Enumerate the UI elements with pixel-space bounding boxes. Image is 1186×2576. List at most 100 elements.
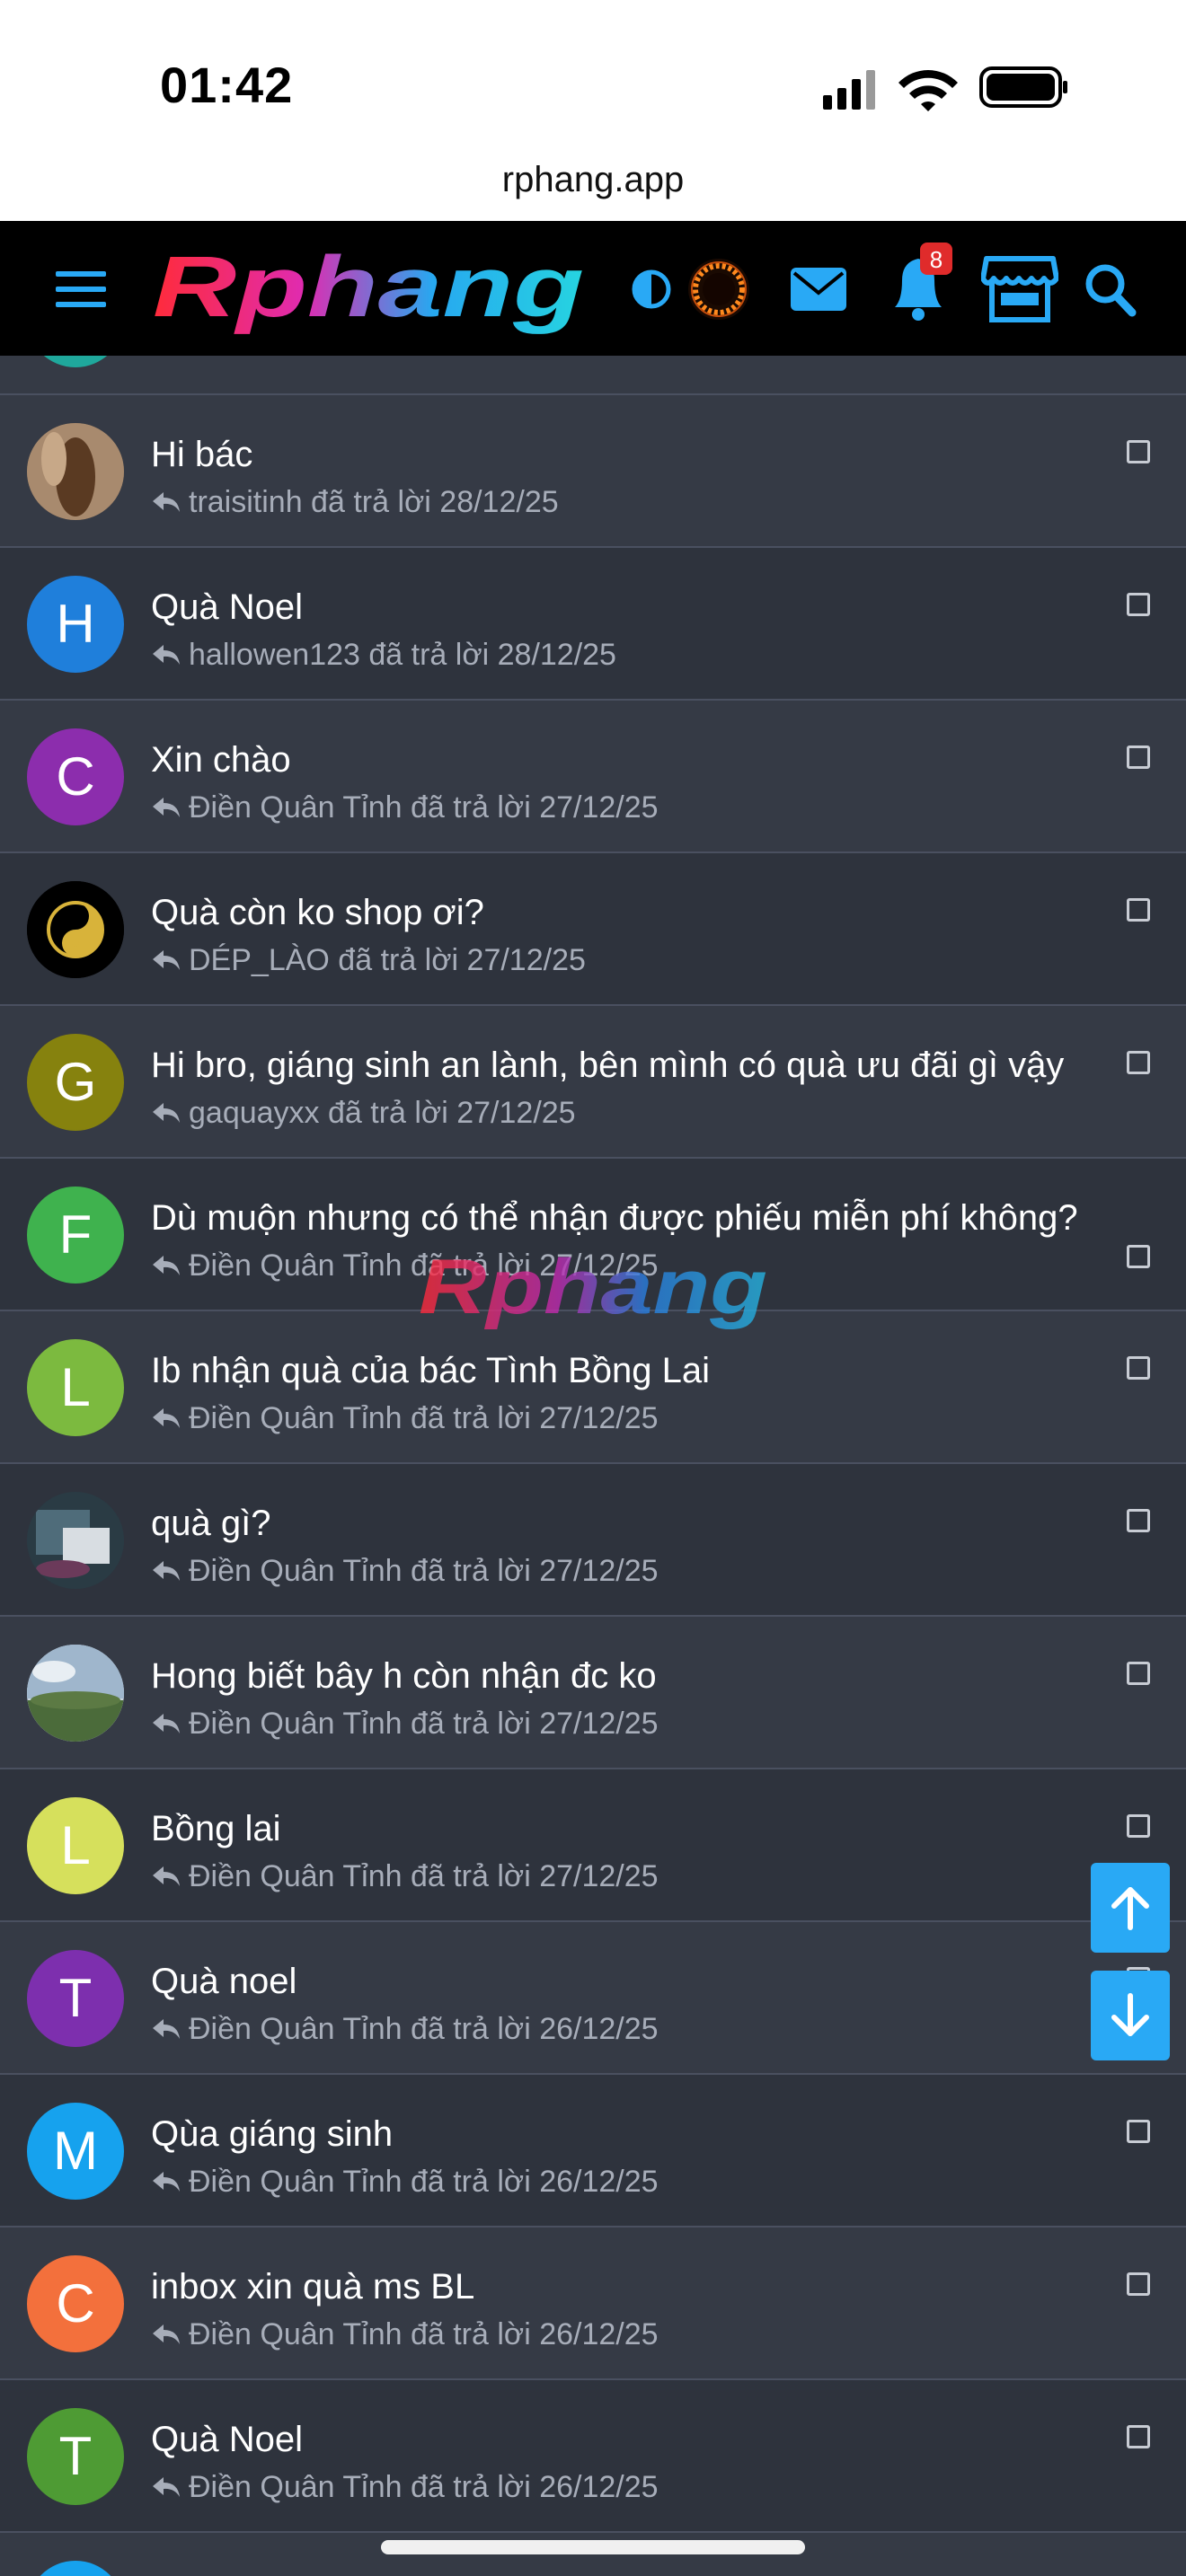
thread-meta-text: Điền Quân Tỉnh đã trả lời 27/12/25: [189, 1859, 659, 1893]
list-item[interactable]: C Xin chào Điền Quân Tỉnh đã trả lời 27/12…: [0, 701, 1186, 853]
avatar[interactable]: [27, 1492, 124, 1589]
avatar[interactable]: C: [27, 2255, 124, 2352]
reply-icon: [153, 1256, 180, 1275]
thread-title[interactable]: Hong biết bây h còn nhận đc ko: [151, 1656, 657, 1697]
list-item[interactable]: Quà còn ko shop ơi? DÉP_LÀO đã trả lời 27…: [0, 853, 1186, 1006]
list-item[interactable]: M Qùa giáng sinh Điền Quân Tỉnh đã trả lời…: [0, 2075, 1186, 2228]
thread-meta-text: DÉP_LÀO đã trả lời 27/12/25: [189, 943, 586, 977]
thread-title[interactable]: Ib nhận quà của bác Tình Bồng Lai: [151, 1351, 710, 1391]
thread-title[interactable]: quà gì?: [151, 1504, 270, 1544]
avatar[interactable]: L: [27, 1797, 124, 1894]
hamburger-menu-icon[interactable]: [52, 264, 110, 314]
theme-toggle-icon[interactable]: [629, 253, 674, 325]
thread-title[interactable]: Quà còn ko shop ơi?: [151, 893, 484, 933]
select-checkbox[interactable]: [1127, 2425, 1150, 2448]
avatar[interactable]: L: [27, 1339, 124, 1436]
avatar[interactable]: [27, 2561, 124, 2576]
thread-title[interactable]: Hi bác: [151, 435, 252, 475]
thread-meta: Điền Quân Tỉnh đã trả lời 26/12/25: [151, 2012, 659, 2047]
mail-icon[interactable]: [787, 253, 850, 325]
select-checkbox[interactable]: [1127, 1245, 1150, 1268]
avatar[interactable]: [27, 423, 124, 520]
list-item[interactable]: T Quà noel Điền Quân Tỉnh đã trả lời 26/12…: [0, 1922, 1186, 2075]
browser-url-bar[interactable]: rphang.app: [0, 144, 1186, 221]
avatar[interactable]: G: [27, 1034, 124, 1131]
user-avatar-icon[interactable]: [685, 253, 753, 325]
reply-icon: [153, 798, 180, 817]
select-checkbox[interactable]: [1127, 1509, 1150, 1532]
select-checkbox[interactable]: [1127, 1051, 1150, 1074]
avatar[interactable]: [27, 1645, 124, 1742]
select-checkbox[interactable]: [1127, 2120, 1150, 2143]
list-item[interactable]: H Quà Noel hallowen123 đã trả lời 28/12/25: [0, 548, 1186, 701]
list-item-partial[interactable]: [0, 356, 1186, 395]
list-item[interactable]: Cinbox xin quà ms BL Điền Quân Tỉnh đã tr…: [0, 2228, 1186, 2380]
avatar[interactable]: H: [27, 576, 124, 673]
url-text: rphang.app: [501, 160, 685, 199]
thread-meta-text: Điền Quân Tỉnh đã trả lời 26/12/25: [189, 2012, 659, 2046]
thread-title[interactable]: Quà Noel: [151, 2420, 303, 2460]
notification-badge: 8: [930, 246, 943, 273]
avatar[interactable]: C: [27, 728, 124, 825]
thread-title[interactable]: Hi bro, giáng sinh an lành, bên mình có …: [151, 1045, 1064, 1086]
reply-icon: [153, 1714, 180, 1734]
thread-title[interactable]: Qùa giáng sinh: [151, 2114, 393, 2155]
scroll-to-bottom-button[interactable]: [1091, 1971, 1170, 2060]
reply-icon: [153, 1561, 180, 1581]
select-checkbox[interactable]: [1127, 898, 1150, 922]
search-icon[interactable]: [1082, 253, 1139, 325]
site-logo[interactable]: Rphang: [144, 234, 593, 341]
avatar[interactable]: F: [27, 1187, 124, 1284]
thread-meta: Điền Quân Tỉnh đã trả lời 27/12/25: [151, 1859, 659, 1894]
reply-icon: [153, 1103, 180, 1123]
list-item[interactable]: Hi bác traisitinh đã trả lời 28/12/25: [0, 395, 1186, 548]
store-icon[interactable]: [981, 253, 1058, 325]
avatar[interactable]: [27, 881, 124, 978]
thread-title[interactable]: Quà noel: [151, 1962, 296, 2002]
thread-meta: Điền Quân Tỉnh đã trả lời 27/12/25: [151, 1707, 659, 1742]
select-checkbox[interactable]: [1127, 440, 1150, 463]
thread-title[interactable]: inbox xin quà ms BL: [151, 2267, 474, 2307]
list-item[interactable]: Hong biết bây h còn nhận đc ko Điền Quân …: [0, 1617, 1186, 1769]
list-item[interactable]: T Quà Noel Điền Quân Tỉnh đã trả lời 26/12…: [0, 2380, 1186, 2533]
thread-meta-text: Điền Quân Tỉnh đã trả lời 26/12/25: [189, 2317, 659, 2351]
thread-title[interactable]: Ti...: [151, 2572, 209, 2576]
reply-icon: [153, 2172, 180, 2192]
list-item[interactable]: L Bồng lai Điền Quân Tỉnh đã trả lời 27/12…: [0, 1769, 1186, 1922]
arrow-up-icon: [1111, 1887, 1149, 1930]
select-checkbox[interactable]: [1127, 1814, 1150, 1838]
select-checkbox[interactable]: [1127, 1662, 1150, 1685]
thread-title[interactable]: Xin chào: [151, 740, 291, 781]
list-item[interactable]: quà gì? Điền Quân Tỉnh đã trả lời 27/12/2…: [0, 1464, 1186, 1617]
select-checkbox[interactable]: [1127, 745, 1150, 769]
scroll-to-top-button[interactable]: [1091, 1863, 1170, 1953]
avatar[interactable]: M: [27, 2103, 124, 2200]
reply-icon: [153, 2477, 180, 2497]
avatar[interactable]: T: [27, 2408, 124, 2505]
reply-icon: [153, 645, 180, 665]
thread-meta-text: hallowen123 đã trả lời 28/12/25: [189, 638, 616, 672]
thread-meta: gaquayxx đã trả lời 27/12/25: [151, 1096, 576, 1131]
select-checkbox[interactable]: [1127, 2272, 1150, 2296]
arrow-down-icon: [1111, 1993, 1149, 2036]
thread-meta: hallowen123 đã trả lời 28/12/25: [151, 638, 616, 673]
select-checkbox[interactable]: [1127, 1356, 1150, 1380]
thread-meta-text: Điền Quân Tỉnh đã trả lời 27/12/25: [189, 1707, 659, 1741]
thread-meta-text: Điền Quân Tỉnh đã trả lời 27/12/25: [189, 790, 659, 825]
avatar: [27, 356, 124, 367]
notifications-bell-icon[interactable]: 8: [886, 241, 954, 325]
status-time: 01:42: [160, 57, 294, 113]
thread-title[interactable]: Bồng lai: [151, 1809, 281, 1849]
thread-title[interactable]: Quà Noel: [151, 587, 303, 628]
cellular-signal-icon: [823, 70, 875, 110]
avatar[interactable]: T: [27, 1950, 124, 2047]
select-checkbox[interactable]: [1127, 593, 1150, 616]
thread-meta: Điền Quân Tỉnh đã trả lời 26/12/25: [151, 2317, 659, 2352]
thread-title[interactable]: Dù muộn nhưng có thể nhận được phiếu miễ…: [151, 1198, 1078, 1239]
list-item[interactable]: G Hi bro, giáng sinh an lành, bên mình có…: [0, 1006, 1186, 1159]
reply-icon: [153, 492, 180, 512]
thread-meta: Điền Quân Tỉnh đã trả lời 27/12/25: [151, 1401, 659, 1436]
thread-meta-text: gaquayxx đã trả lời 27/12/25: [189, 1096, 576, 1130]
thread-meta-text: Điền Quân Tỉnh đã trả lời 26/12/25: [189, 2165, 659, 2199]
thread-meta: Điền Quân Tỉnh đã trả lời 27/12/25: [151, 790, 659, 825]
